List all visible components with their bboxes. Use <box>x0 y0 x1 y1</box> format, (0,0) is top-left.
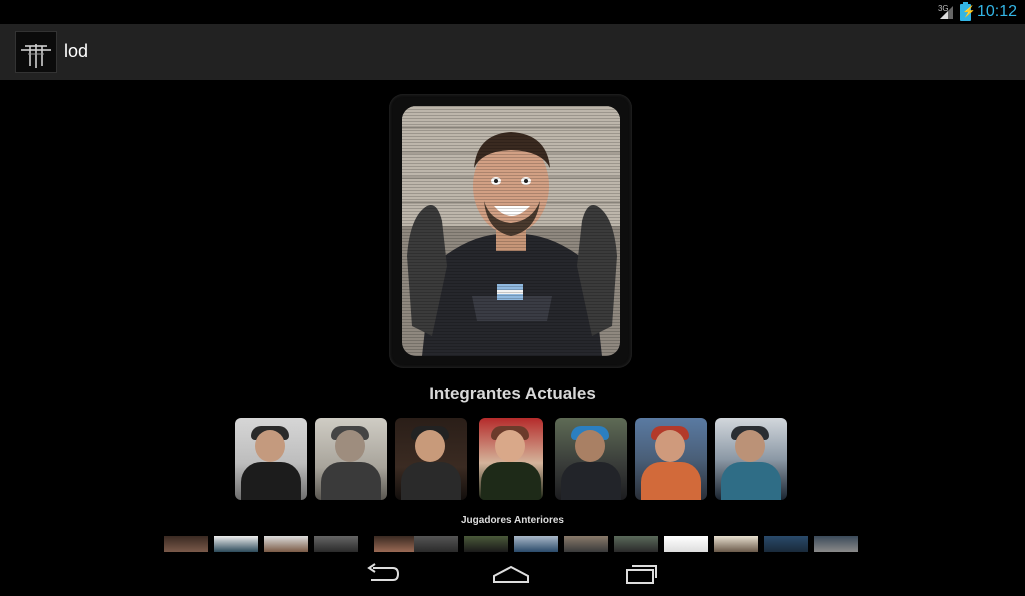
signal-icon: 3G <box>938 4 954 20</box>
member-3-photo[interactable] <box>395 418 467 500</box>
member-6-photo[interactable] <box>635 418 707 500</box>
home-icon[interactable] <box>489 560 533 588</box>
former-player-photo[interactable] <box>164 536 208 552</box>
former-player-photo[interactable] <box>214 536 258 552</box>
back-icon[interactable] <box>361 560 405 588</box>
former-player-photo[interactable] <box>374 536 418 552</box>
former-player-photo[interactable] <box>514 536 558 552</box>
former-player-photo[interactable] <box>664 536 708 552</box>
status-icons: 3G ⚡ 10:12 <box>938 1 1017 22</box>
lod-logo-icon[interactable] <box>15 31 57 73</box>
former-player-photo[interactable] <box>764 536 808 552</box>
recent-apps-icon[interactable] <box>618 560 662 588</box>
former-player-photo[interactable] <box>714 536 758 552</box>
featured-photo-frame <box>389 94 632 368</box>
member-7-photo[interactable] <box>715 418 787 500</box>
former-players-row <box>164 536 860 552</box>
current-members-title: Integrantes Actuales <box>429 384 596 403</box>
member-5-photo[interactable] <box>555 418 627 500</box>
status-bar: 3G ⚡ 10:12 <box>0 0 1025 24</box>
former-players-title: Jugadores Anteriores <box>461 515 564 526</box>
former-player-photo[interactable] <box>814 536 858 552</box>
action-bar: lod <box>0 24 1025 80</box>
battery-charging-icon: ⚡ <box>959 1 976 21</box>
member-4-photo[interactable] <box>479 418 543 500</box>
member-1-photo[interactable] <box>235 418 307 500</box>
app-title: lod <box>64 41 89 61</box>
scanline-overlay <box>402 106 620 356</box>
former-player-photo[interactable] <box>314 536 358 552</box>
former-player-photo[interactable] <box>614 536 658 552</box>
former-player-photo[interactable] <box>264 536 308 552</box>
current-members-row <box>235 418 795 502</box>
clock: 10:12 <box>976 3 1017 20</box>
featured-player-photo[interactable] <box>402 106 620 356</box>
former-player-photo[interactable] <box>414 536 458 552</box>
former-player-photo[interactable] <box>464 536 508 552</box>
member-2-photo[interactable] <box>315 418 387 500</box>
navigation-bar <box>0 552 1025 596</box>
former-player-photo[interactable] <box>564 536 608 552</box>
